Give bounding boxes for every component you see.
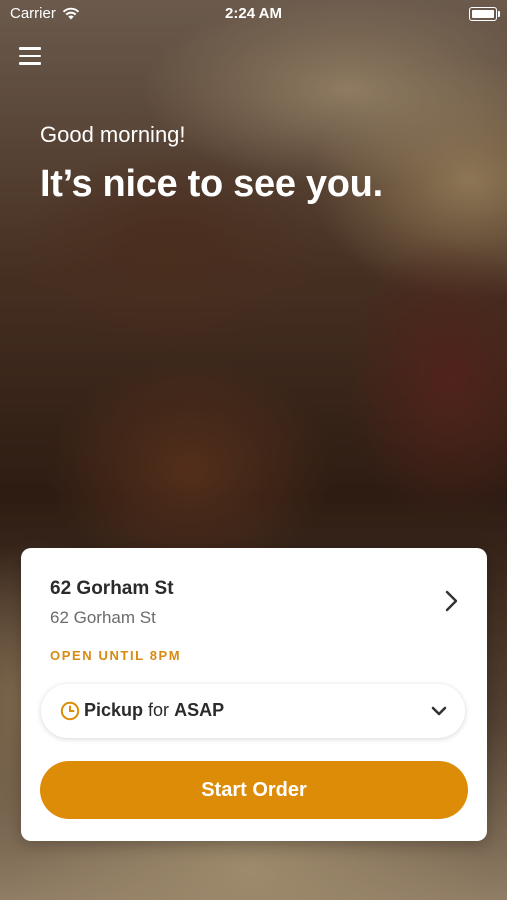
clock-icon — [60, 701, 80, 721]
start-order-button[interactable]: Start Order — [40, 761, 468, 819]
hamburger-menu-icon[interactable] — [19, 47, 41, 67]
status-time: 2:24 AM — [225, 5, 282, 22]
pickup-mode: Pickup — [84, 700, 144, 720]
battery-icon — [469, 7, 500, 21]
location-name: 62 Gorham St — [50, 578, 174, 599]
chevron-right-icon — [445, 590, 458, 612]
location-row[interactable]: 62 Gorham St 62 Gorham St — [21, 548, 487, 638]
chevron-down-icon — [431, 706, 447, 716]
greeting-text: Good morning! — [40, 122, 186, 147]
status-right — [469, 7, 500, 21]
status-bar: Carrier 2:24 AM — [0, 0, 507, 28]
pickup-text: Pickup for ASAP — [84, 700, 224, 721]
headline-text: It’s nice to see you. — [40, 163, 383, 205]
open-hours-label: OPEN UNTIL 8PM — [50, 648, 182, 663]
pickup-connector: for — [148, 700, 170, 720]
location-card: 62 Gorham St 62 Gorham St OPEN UNTIL 8PM… — [21, 548, 487, 841]
pickup-time-selector[interactable]: Pickup for ASAP — [41, 684, 465, 738]
location-address: 62 Gorham St — [50, 608, 156, 627]
pickup-time: ASAP — [174, 700, 225, 720]
